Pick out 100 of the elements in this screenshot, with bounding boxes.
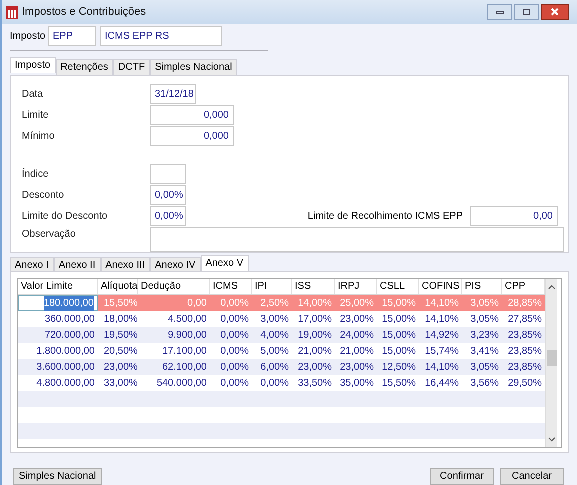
tab[interactable]: Anexo V [200,255,248,271]
field-label: Desconto [22,188,66,202]
table-cell-text: 15,00% [381,296,417,310]
input-field[interactable]: ICMS EPP RS [100,26,222,46]
tab[interactable]: Anexo IV [150,257,201,271]
field-label: Limite do Desconto [22,210,109,224]
table-cell-text: 5,00% [260,344,290,358]
scroll-down-icon [548,437,556,443]
input-field[interactable]: 31/12/18 [150,84,196,104]
table-cell-text: 1.800.000,00 [36,344,96,358]
input-field[interactable]: 0,000 [150,126,234,146]
table-cell-text: 0,00% [220,296,250,310]
table-cell-text: 3,05% [470,312,500,326]
table-cell-text: 15,00% [381,312,417,326]
table-cell-text: 15,74% [424,344,460,358]
column-header[interactable]: PIS [462,279,502,294]
table-cell-text: 0,00% [220,312,250,326]
input-field[interactable]: 0,00% [150,206,186,226]
table-cell-text: 3,23% [470,328,500,342]
cancel-button[interactable]: Cancelar [500,468,564,485]
table-cell-text: 3,00% [260,312,290,326]
field-label: Limite de Recolhimento ICMS EPP [308,210,463,224]
scroll-up-icon [548,284,556,290]
table-cell-text: 3,41% [470,344,500,358]
table-cell-text: 33,50% [297,376,333,390]
table-row[interactable]: 720.000,00 19,50% 9.900,00 0,00% 4,00% 19,00% 24,00% 15,00% 14,92% 3,23% 23,85% [18,327,545,343]
tab[interactable]: Imposto [10,57,56,73]
column-header[interactable]: COFINS [419,279,462,294]
table-cell-text: 0,00% [220,360,250,374]
table-row[interactable]: 180.000,00 15,50% 0,00 0,00% 2,50% 14,00% 25,00% 15,00% 14,10% 3,05% 28,85% [18,295,545,311]
input-field[interactable]: 0,00 [470,206,558,226]
table-cell-text: 3,05% [470,360,500,374]
table-cell-text: 17,00% [297,312,333,326]
field-label: Limite [22,108,50,122]
close-icon [551,8,559,16]
table-cell-text: 4.500,00 [167,312,208,326]
table-row[interactable]: 3.600.000,00 23,00% 62.100,00 0,00% 6,00% 23,00% 23,00% 12,50% 14,10% 3,05% 23,85% [18,359,545,375]
field-label: Data [22,88,44,102]
table-cell-text: 20,50% [103,344,138,358]
input-field[interactable] [150,164,186,184]
close-button[interactable] [541,4,569,20]
input-field[interactable]: 0,000 [150,105,234,125]
table-cell-text: 15,50% [381,376,417,390]
table-cell-text: 15,50% [103,296,138,310]
table-cell-text: 3,56% [470,376,500,390]
table-cell-text: 3.600.000,00 [36,360,96,374]
column-header[interactable]: IRPJ [335,279,377,294]
table-cell-text: 4.800.000,00 [36,376,96,390]
field-label: Observação [22,228,77,242]
table-cell-text: 2,50% [260,296,290,310]
table-cell-text: 21,00% [297,344,333,358]
tab[interactable]: Anexo I [10,257,54,271]
column-header[interactable]: ICMS [210,279,252,294]
column-header[interactable]: ISS [292,279,335,294]
table-cell-text: 23,00% [339,312,375,326]
minimize-button[interactable] [487,4,512,20]
input-field[interactable]: 0,00% [150,185,186,205]
simples-nacional-button[interactable]: Simples Nacional [13,468,102,485]
table-cell-text: 4,00% [260,328,290,342]
table-cell-text: 62.100,00 [162,360,208,374]
table-cell-text: 14,10% [424,296,460,310]
scrollbar[interactable] [545,279,557,447]
table-cell-text: 18,00% [103,312,138,326]
column-header[interactable]: Alíquota [98,279,138,294]
table-cell-text: 12,50% [381,360,417,374]
table-cell-text: 0,00% [220,344,250,358]
table-cell-text: 23,85% [507,360,543,374]
confirm-button[interactable]: Confirmar [430,468,494,485]
table-cell-text: 23,00% [103,360,138,374]
table-cell-text: 9.900,00 [167,328,208,342]
input-field[interactable]: EPP [48,26,96,46]
imposto-label: Imposto [10,30,44,44]
table-cell-text: 15,00% [381,328,417,342]
maximize-button[interactable] [514,4,539,20]
table-cell-text: 15,00% [381,344,417,358]
table-cell-text: 24,00% [339,328,375,342]
field-label: Índice [22,167,50,182]
column-header[interactable]: Dedução [138,279,210,294]
column-header[interactable]: Valor Limite [18,279,98,294]
table-cell-text: 17.100,00 [162,344,208,358]
table-cell-text: 23,00% [297,360,333,374]
tab[interactable]: DCTF [113,59,150,75]
tab[interactable]: Anexo III [100,257,150,271]
column-header[interactable]: IPI [252,279,292,294]
table-cell-text: 0,00% [220,376,250,390]
table-cell-text: 27,85% [507,312,543,326]
table-cell-text: 540.000,00 [156,376,208,390]
table-cell-text: 23,85% [507,328,543,342]
tab[interactable]: Simples Nacional [150,59,238,75]
scrollbar-thumb[interactable] [546,350,556,366]
table-cell-text: 0,00% [220,328,250,342]
table-cell-text: 14,10% [424,360,460,374]
column-header[interactable]: CSLL [377,279,419,294]
tab[interactable]: Retenções [56,59,114,75]
text-area[interactable] [150,227,564,252]
table-cell-text: 19,50% [103,328,138,342]
table-cell-text: 25,00% [339,296,375,310]
tab[interactable]: Anexo II [54,257,101,271]
table-cell-text: 19,00% [297,328,333,342]
table-cell-text: 14,10% [424,312,460,326]
